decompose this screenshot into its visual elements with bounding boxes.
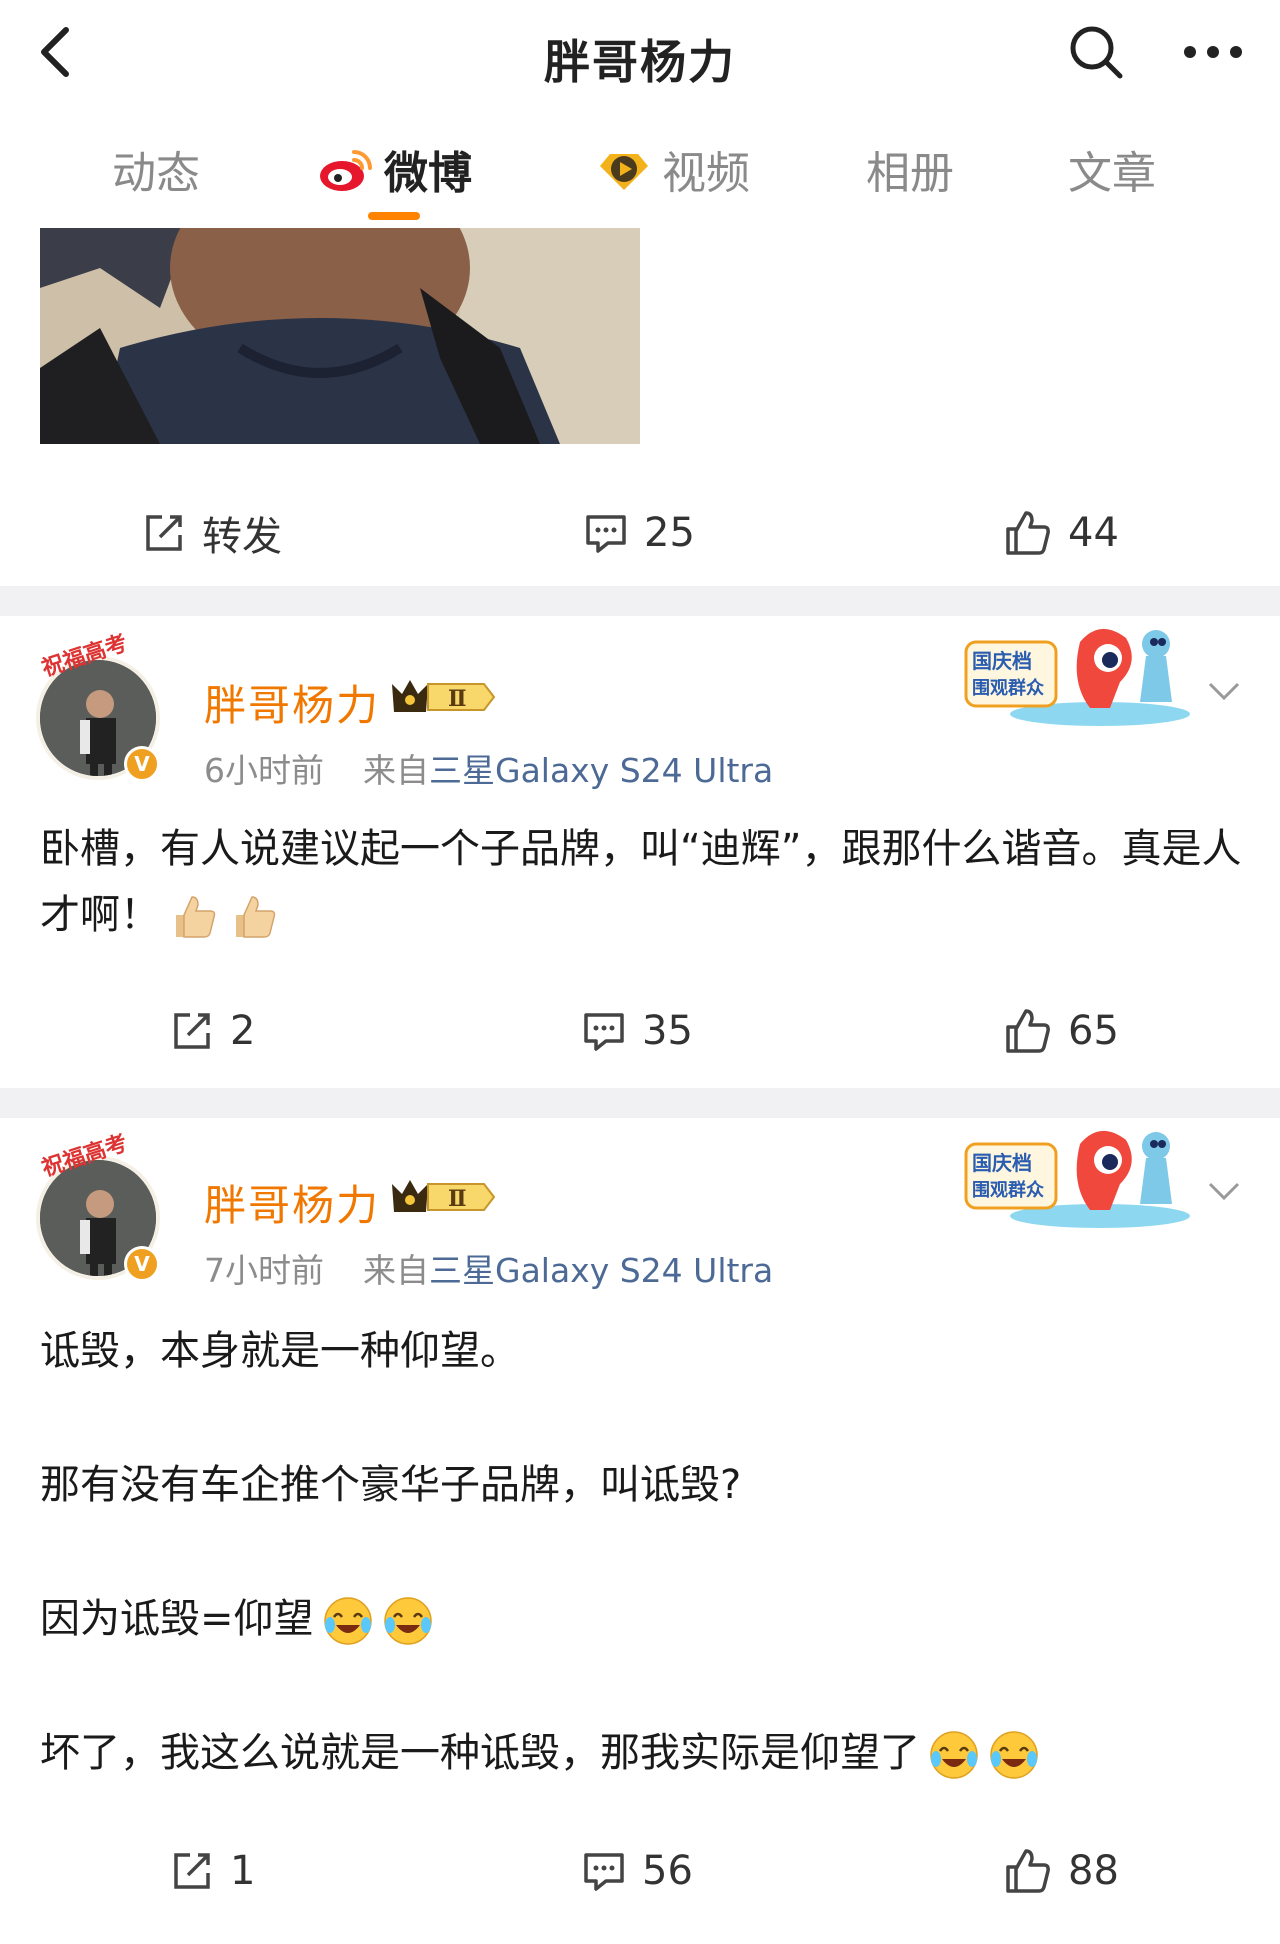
post-paragraph: 坏了，我这么说就是一种诋毁，那我实际是仰望了 (40, 1730, 920, 1776)
comment-button[interactable]: 35 (582, 986, 693, 1076)
holiday-sticker: 国庆档 围观群众 (950, 1124, 1200, 1234)
thumbs-up-icon (236, 896, 276, 938)
post-action-bar: 转发 25 44 (0, 488, 1280, 578)
post-meta: 7小时前 来自三星Galaxy S24 Ultra (204, 1244, 773, 1292)
post-text: 卧槽，有人说建议起一个子品牌，叫“迪辉”，跟那什么谐音。真是人才啊！ (40, 816, 1250, 948)
vip-crown-badge: Ⅱ (392, 1180, 496, 1212)
post-paragraph: 因为诋毁=仰望 (40, 1596, 314, 1642)
comment-button[interactable]: 56 (582, 1826, 693, 1916)
repost-button[interactable]: 转发 (142, 488, 282, 578)
svg-text:国庆档: 国庆档 (972, 1151, 1032, 1175)
vip-level-text: Ⅱ (448, 686, 467, 712)
post-paragraph: 那有没有车企推个豪华子品牌，叫诋毁? (40, 1462, 742, 1508)
username[interactable]: 胖哥杨力 (204, 1172, 380, 1233)
post-action-bar: 1 56 88 (0, 1826, 1280, 1916)
post-paragraph: 诋毁，本身就是一种仰望。 (40, 1328, 520, 1374)
laughing-crying-emoji-icon (990, 1731, 1038, 1779)
search-button[interactable] (1066, 22, 1126, 82)
weibo-logo-icon (320, 150, 372, 191)
comment-count: 25 (644, 510, 695, 556)
tab-label: 动态 (112, 148, 200, 199)
comment-count: 56 (642, 1848, 693, 1894)
top-navigation-bar: 胖哥杨力 (0, 0, 1280, 104)
verified-badge: V (124, 1246, 160, 1282)
thumbs-up-icon (1006, 511, 1050, 555)
tab-articles[interactable]: 文章 (1068, 134, 1156, 204)
repost-label: 转发 (202, 514, 282, 560)
tab-label: 视频 (662, 148, 750, 199)
feed-divider (0, 586, 1280, 616)
repost-count: 2 (230, 1008, 256, 1054)
post-source-prefix: 来自 (363, 751, 429, 790)
vip-level-text: Ⅱ (448, 1186, 467, 1212)
video-badge-icon (600, 154, 648, 190)
repost-button[interactable]: 2 (170, 986, 255, 1076)
svg-text:围观群众: 围观群众 (972, 677, 1044, 699)
tab-video[interactable]: 视频 (596, 134, 750, 204)
thumbs-up-icon (1006, 1849, 1050, 1893)
laughing-crying-emoji-icon (383, 1597, 432, 1645)
comment-icon (584, 1853, 624, 1891)
post-image[interactable] (40, 228, 640, 444)
like-count: 88 (1068, 1848, 1119, 1894)
post-source-prefix: 来自 (363, 1251, 429, 1290)
post-device[interactable]: 三星Galaxy S24 Ultra (429, 751, 773, 790)
repost-icon (174, 1013, 210, 1049)
tab-label: 文章 (1068, 148, 1156, 199)
comment-icon (586, 515, 626, 553)
post-meta: 6小时前 来自三星Galaxy S24 Ultra (204, 744, 773, 792)
like-button[interactable]: 65 (1004, 986, 1119, 1076)
post-time: 7小时前 (204, 1251, 324, 1290)
avatar[interactable]: 祝福高考 V (36, 1131, 168, 1282)
feed-divider (0, 1088, 1280, 1118)
laughing-crying-emoji-icon (930, 1731, 978, 1779)
verified-badge: V (124, 746, 160, 782)
like-count: 65 (1068, 1008, 1119, 1054)
thumbs-up-icon (1006, 1009, 1050, 1053)
more-horizontal-icon (1184, 46, 1242, 58)
weibo-post: 祝福高考 V 胖哥杨力 Ⅱ 7小时前 来自三星Galaxy S24 Ultra … (0, 1118, 1280, 1944)
holiday-sticker: 国庆档 围观群众 (950, 622, 1200, 732)
comment-count: 35 (642, 1008, 693, 1054)
laughing-crying-emoji-icon (323, 1597, 372, 1645)
comment-button[interactable]: 25 (584, 488, 695, 578)
chevron-down-icon[interactable] (1204, 676, 1244, 706)
vip-crown-badge: Ⅱ (392, 680, 496, 712)
like-button[interactable]: 44 (1004, 488, 1119, 578)
post-time: 6小时前 (204, 751, 324, 790)
search-icon (1070, 26, 1123, 79)
username[interactable]: 胖哥杨力 (204, 672, 380, 733)
active-tab-indicator (368, 212, 420, 220)
chevron-down-icon[interactable] (1204, 1176, 1244, 1206)
more-button[interactable] (1178, 22, 1248, 82)
comment-icon (584, 1013, 624, 1051)
post-action-bar: 2 35 65 (0, 986, 1280, 1076)
post-paragraph: 卧槽，有人说建议起一个子品牌，叫“迪辉”，跟那什么谐音。真是人才啊！ (40, 826, 1242, 938)
like-button[interactable]: 88 (1004, 1826, 1119, 1916)
avatar[interactable]: 祝福高考 V (36, 631, 168, 782)
repost-icon (174, 1853, 210, 1889)
post-text: 诋毁，本身就是一种仰望。 那有没有车企推个豪华子品牌，叫诋毁? 因为诋毁=仰望 … (40, 1318, 1250, 1786)
tab-album[interactable]: 相册 (866, 134, 954, 204)
profile-tabs: 动态 微博 视频 相册 文章 (0, 104, 1280, 228)
thumbs-up-icon (176, 896, 216, 938)
tab-label: 相册 (866, 148, 954, 199)
svg-text:围观群众: 围观群众 (972, 1179, 1044, 1201)
post-device[interactable]: 三星Galaxy S24 Ultra (429, 1251, 773, 1290)
repost-icon (146, 515, 182, 551)
like-count: 44 (1068, 510, 1119, 556)
svg-text:国庆档: 国庆档 (972, 649, 1032, 673)
tab-label: 微博 (384, 148, 472, 199)
weibo-post: 祝福高考 V 胖哥杨力 Ⅱ 6小时前 来自三星Galaxy S24 Ultra … (0, 616, 1280, 1088)
repost-button[interactable]: 1 (170, 1826, 255, 1916)
tab-dongtai[interactable]: 动态 (112, 134, 200, 204)
repost-count: 1 (230, 1848, 256, 1894)
tab-weibo[interactable]: 微博 (316, 134, 472, 204)
